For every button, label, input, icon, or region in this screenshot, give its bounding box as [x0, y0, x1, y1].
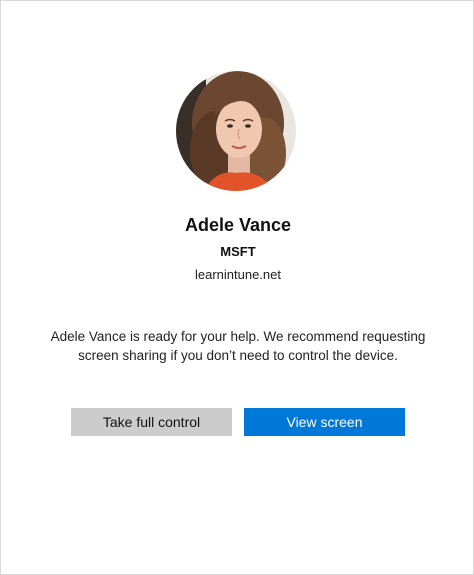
view-screen-button[interactable]: View screen — [244, 408, 405, 436]
organization-name: MSFT — [220, 244, 256, 259]
user-name: Adele Vance — [184, 215, 292, 235]
take-full-control-button[interactable]: Take full control — [71, 408, 232, 436]
recommendation-message: Adele Vance is ready for your help. We r… — [50, 329, 426, 363]
avatar-photo — [176, 71, 296, 191]
user-domain: learnintune.net — [194, 267, 281, 282]
avatar — [176, 71, 296, 191]
help-session-panel: Adele Vance MSFT learnintune.net Adele V… — [0, 0, 474, 575]
